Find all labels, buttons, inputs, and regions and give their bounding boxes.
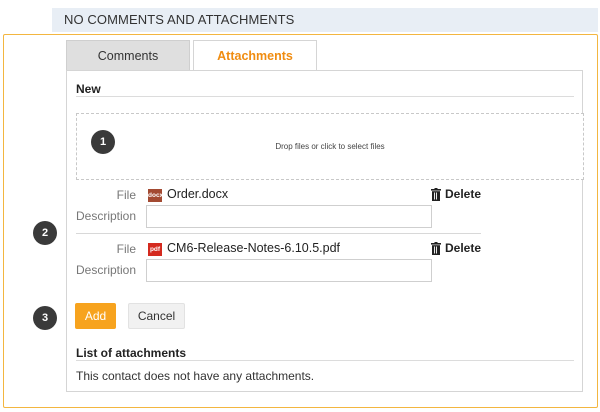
file-name: CM6-Release-Notes-6.10.5.pdf	[167, 241, 340, 255]
step-badge-1: 1	[91, 130, 115, 154]
delete-label: Delete	[445, 187, 482, 201]
step-badge-2: 2	[33, 221, 57, 245]
attachments-list-title: List of attachments	[76, 346, 187, 360]
attachments-empty-message: This contact does not have any attachmen…	[76, 369, 315, 383]
pdf-file-icon: pdf	[148, 243, 162, 256]
file-label: File	[116, 188, 136, 202]
attachments-list-divider	[76, 360, 574, 361]
delete-label: Delete	[445, 241, 482, 255]
attachment-divider	[76, 233, 481, 234]
file-dropzone[interactable]: Drop files or click to select files	[76, 113, 584, 180]
delete-button[interactable]: Delete	[431, 241, 487, 257]
section-header: NO COMMENTS AND ATTACHMENTS	[52, 8, 598, 32]
tab-comments[interactable]: Comments	[66, 40, 190, 71]
description-input[interactable]	[146, 205, 432, 228]
section-header-title: NO COMMENTS AND ATTACHMENTS	[64, 12, 295, 27]
file-label: File	[116, 242, 136, 256]
trash-icon	[431, 188, 441, 201]
file-name: Order.docx	[167, 187, 229, 201]
new-section-title: New	[76, 82, 101, 96]
new-section-divider	[76, 96, 574, 97]
add-button[interactable]: Add	[75, 303, 116, 329]
delete-button[interactable]: Delete	[431, 187, 487, 203]
dropzone-label: Drop files or click to select files	[275, 142, 385, 151]
trash-icon	[431, 242, 441, 255]
cancel-button[interactable]: Cancel	[128, 303, 185, 329]
step-badge-3: 3	[33, 306, 57, 330]
tab-attachments[interactable]: Attachments	[193, 40, 317, 71]
description-input[interactable]	[146, 259, 432, 282]
docx-file-icon: docx	[148, 189, 163, 202]
description-label: Description	[76, 263, 137, 277]
description-label: Description	[76, 209, 137, 223]
